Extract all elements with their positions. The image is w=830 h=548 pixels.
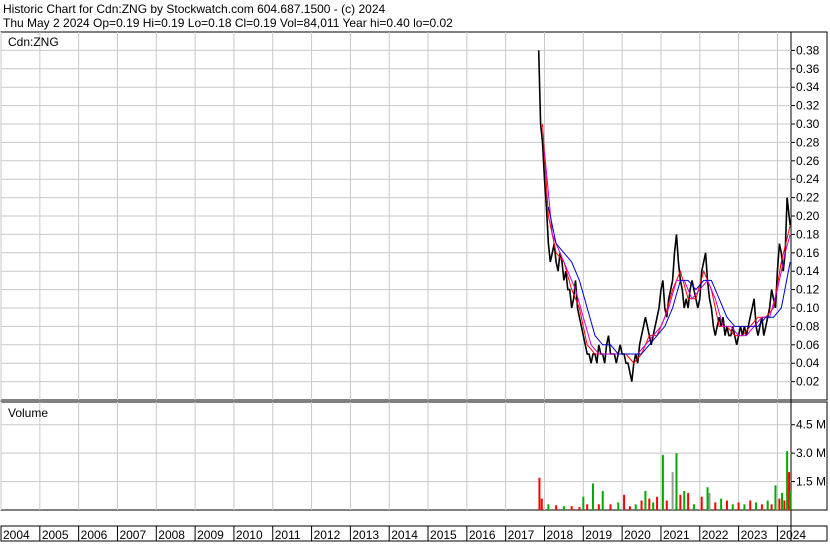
chart-header-line2: Thu May 2 2024 Op=0.19 Hi=0.19 Lo=0.18 C… [3,16,453,30]
chart-stage: Historic Chart for Cdn:ZNG by Stockwatch… [0,0,830,543]
price-tick-label: 0.28 [796,135,820,149]
volume-panel-frame [0,401,828,511]
price-tick-label: 0.20 [796,209,820,223]
year-label: 2023 [741,528,768,542]
year-label: 2013 [352,528,379,542]
year-label: 2024 [779,528,806,542]
price-tick-label: 0.22 [796,191,820,205]
year-label: 2008 [158,528,185,542]
price-tick-label: 0.06 [796,338,820,352]
chart-header-line1: Historic Chart for Cdn:ZNG by Stockwatch… [3,2,385,16]
year-label: 2012 [314,528,341,542]
volume-tick-label: 4.5 M [796,418,826,432]
volume-tick-label: 3.0 M [796,446,826,460]
year-label: 2018 [546,528,573,542]
price-tick-label: 0.26 [796,154,820,168]
price-tick-label: 0.10 [796,301,820,315]
year-label: 2005 [42,528,69,542]
year-label: 2006 [81,528,108,542]
price-panel-label: Cdn:ZNG [8,35,59,49]
price-tick-label: 0.36 [796,62,820,76]
price-tick-label: 0.38 [796,43,820,57]
price-tick-label: 0.12 [796,283,820,297]
price-tick-label: 0.18 [796,227,820,241]
year-label: 2022 [702,528,729,542]
stock-chart: Historic Chart for Cdn:ZNG by Stockwatch… [0,2,828,542]
price-tick-label: 0.16 [796,246,820,260]
year-label: 2016 [469,528,496,542]
volume-panel-label: Volume [8,406,48,420]
year-label: 2010 [236,528,263,542]
volume-tick-label: 1.5 M [796,475,826,489]
year-label: 2004 [3,528,30,542]
year-label: 2015 [430,528,457,542]
price-tick-label: 0.14 [796,264,820,278]
price-tick-label: 0.02 [796,375,820,389]
price-tick-label: 0.04 [796,356,820,370]
year-label: 2019 [585,528,612,542]
year-label: 2009 [197,528,224,542]
price-tick-label: 0.08 [796,319,820,333]
year-label: 2007 [119,528,146,542]
year-label: 2014 [391,528,418,542]
year-label: 2020 [624,528,651,542]
price-tick-label: 0.32 [796,99,820,113]
price-tick-label: 0.24 [796,172,820,186]
year-label: 2017 [508,528,535,542]
price-tick-label: 0.34 [796,80,820,94]
year-label: 2021 [663,528,690,542]
price-tick-label: 0.30 [796,117,820,131]
year-label: 2011 [275,528,301,542]
